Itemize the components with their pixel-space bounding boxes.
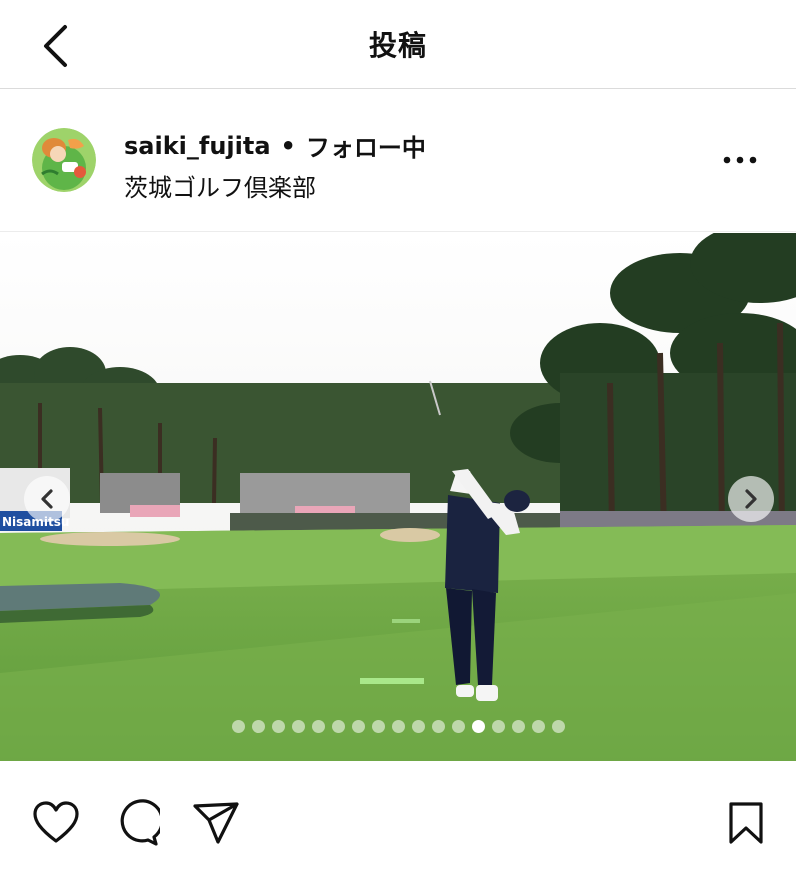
avatar-image [32, 128, 96, 192]
carousel-dot [471, 720, 485, 733]
more-horizontal-icon [723, 156, 757, 164]
carousel-dot [371, 720, 385, 733]
comment-button[interactable] [111, 798, 161, 848]
carousel-dot [391, 720, 405, 733]
back-button[interactable] [30, 20, 82, 72]
save-button[interactable] [721, 798, 771, 848]
post-image-carousel[interactable]: Nisamitsu [0, 233, 796, 761]
carousel-dot [551, 720, 565, 733]
like-button[interactable] [31, 798, 81, 848]
username-link[interactable]: saiki_fujita [124, 132, 271, 160]
carousel-next-button[interactable] [728, 476, 774, 522]
chevron-left-icon [41, 489, 53, 509]
carousel-dot [351, 720, 365, 733]
carousel-dot [411, 720, 425, 733]
share-button[interactable] [191, 798, 241, 848]
post-header: saiki_fujita • フォロー中 茨城ゴルフ倶楽部 [0, 90, 796, 232]
carousel-dot [231, 720, 245, 733]
carousel-indicator [0, 720, 796, 734]
chevron-right-icon [745, 489, 757, 509]
send-icon [193, 802, 239, 844]
carousel-dot [511, 720, 525, 733]
carousel-dot [431, 720, 445, 733]
golf-course-photo: Nisamitsu [0, 233, 796, 761]
avatar[interactable] [32, 128, 96, 192]
carousel-dot [311, 720, 325, 733]
post-action-bar [0, 762, 796, 869]
separator-dot: • [280, 131, 296, 160]
carousel-dot [331, 720, 345, 733]
following-button[interactable]: フォロー中 [306, 128, 426, 163]
username-row: saiki_fujita • フォロー中 [124, 128, 426, 163]
carousel-dot [491, 720, 505, 733]
carousel-dot [271, 720, 285, 733]
carousel-dot [531, 720, 545, 733]
top-navigation-bar: 投稿 [0, 0, 796, 89]
more-options-button[interactable] [718, 140, 762, 180]
page-title: 投稿 [368, 29, 427, 62]
heart-icon [33, 801, 79, 843]
comment-icon [120, 799, 160, 846]
carousel-dot [291, 720, 305, 733]
carousel-prev-button[interactable] [24, 476, 70, 522]
location-link[interactable]: 茨城ゴルフ倶楽部 [124, 168, 316, 203]
carousel-dot [451, 720, 465, 733]
bookmark-icon [729, 802, 763, 844]
carousel-dot [251, 720, 265, 733]
chevron-left-icon [44, 25, 67, 67]
